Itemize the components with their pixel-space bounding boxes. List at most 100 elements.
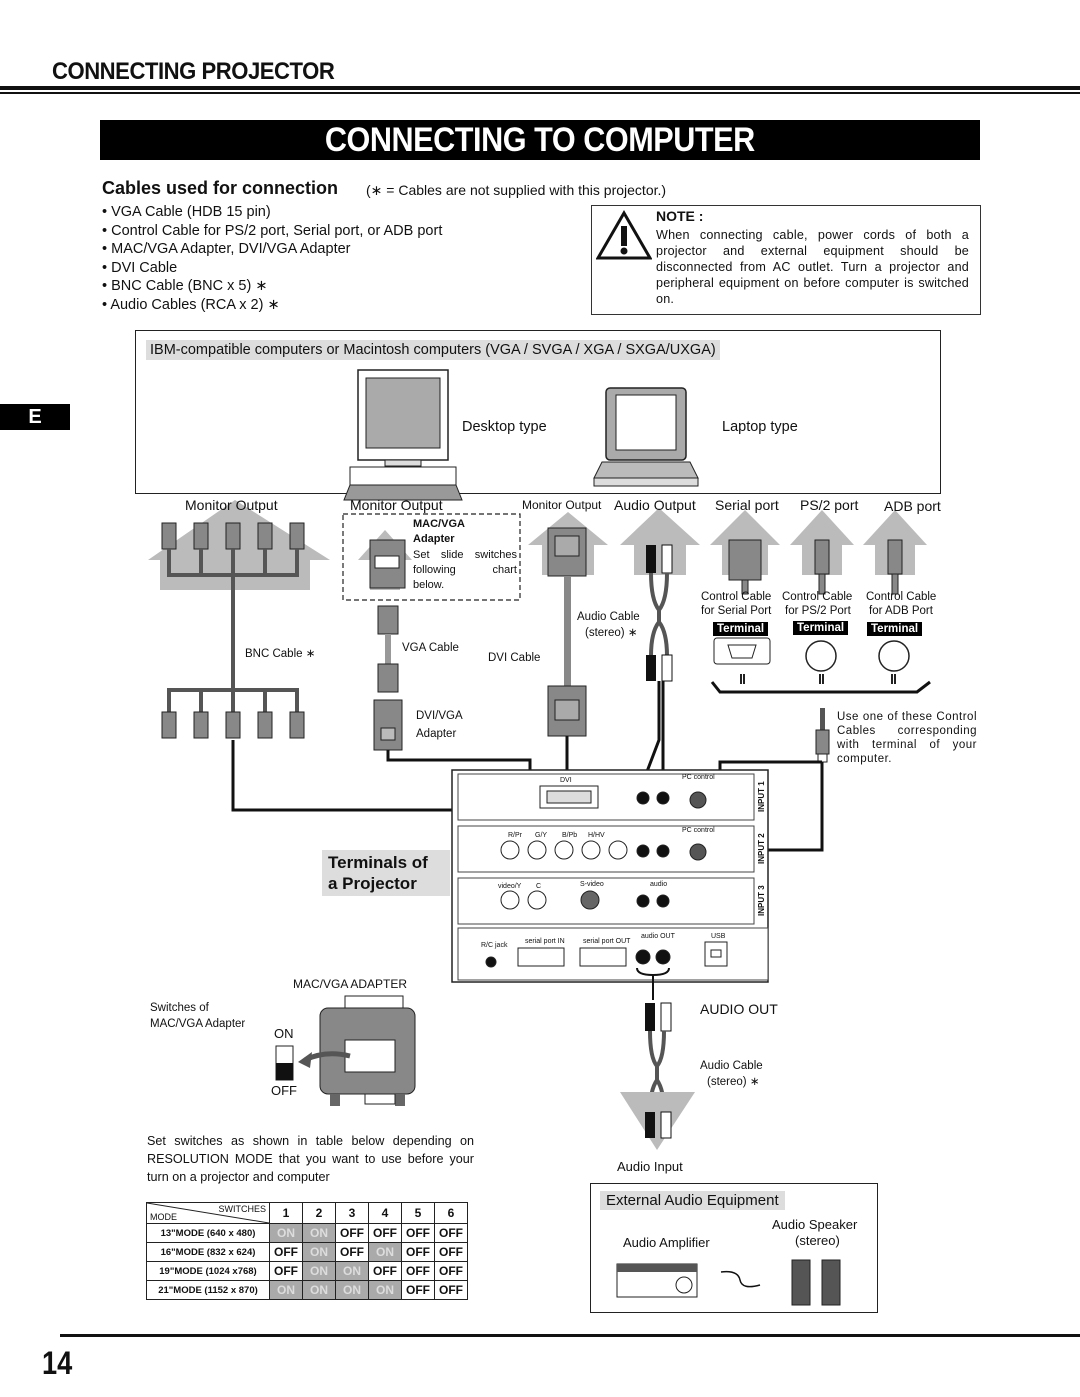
switch-cell: OFF	[335, 1242, 369, 1262]
table-row: 21"MODE (1152 x 870) ON ON ON ON OFF OFF	[146, 1280, 468, 1300]
serial-port-label: Serial port	[715, 497, 779, 513]
control-cable-adb-label: Control Cable	[866, 591, 937, 603]
terminal-badge: Terminal	[867, 622, 923, 636]
audio-output-label: Audio Output	[614, 497, 696, 513]
rc-jack-label: R/C jack	[481, 942, 508, 949]
switch-cell: ON	[302, 1280, 336, 1300]
control-cable-note: Use one of these Control Cables correspo…	[837, 711, 977, 765]
control-cable-serial-label: Control Cable	[701, 591, 772, 603]
adb-terminal-icon	[878, 640, 910, 672]
mac-vga-adapter-large-icon	[319, 995, 416, 1106]
terminals-label: Terminals of a Projector	[322, 850, 450, 896]
adb-connector-icon	[887, 539, 903, 595]
ps2-port-label: PS/2 port	[800, 497, 859, 513]
column-header: 5	[401, 1202, 435, 1224]
column-header: 3	[335, 1202, 369, 1224]
video-y-label: video/Y	[498, 883, 522, 890]
column-header: 1	[269, 1202, 303, 1224]
monitor-output-label: Monitor Output	[522, 498, 602, 512]
adb-port-label: ADB port	[884, 498, 941, 514]
switch-cell: OFF	[434, 1242, 468, 1262]
mode-cell: 21"MODE (1152 x 870)	[146, 1280, 270, 1300]
usb-label: USB	[711, 933, 726, 940]
bnc-port-label: B/Pb	[562, 832, 578, 839]
bnc-port-label: R/Pr	[508, 832, 522, 839]
vga-cable-label: VGA Cable	[402, 642, 459, 654]
arrow-up-icon	[620, 508, 700, 575]
mac-adapter-text: Set slide switches following chart below…	[413, 549, 517, 591]
pc-control-label: PC control	[682, 827, 715, 834]
switch-cell: OFF	[434, 1261, 468, 1281]
page-number: 14	[42, 1345, 73, 1381]
table-row: 16"MODE (832 x 624) OFF ON OFF ON OFF OF…	[146, 1242, 468, 1262]
table-corner-cell: MODE SWITCHES	[146, 1202, 270, 1224]
vga-cable-icon	[377, 605, 399, 693]
dvi-port-label: DVI	[560, 777, 572, 784]
switch-cell: OFF	[269, 1242, 303, 1262]
dvi-vga-adapter-icon	[373, 699, 403, 751]
bnc-port-label: G/Y	[535, 832, 548, 839]
bnc-connectors-bottom	[161, 711, 305, 739]
switch-cell: ON	[269, 1223, 303, 1243]
switch-cell: ON	[335, 1280, 369, 1300]
serial-out-label: serial port OUT	[583, 938, 631, 945]
audio-label: audio	[650, 881, 668, 888]
monitor-output-label: Monitor Output	[350, 497, 443, 513]
switches-label: MAC/VGA Adapter	[150, 1018, 246, 1030]
speaker-label: (stereo)	[795, 1233, 840, 1248]
control-cable-ps2-label: for PS/2 Port	[785, 605, 851, 617]
switch-cell: OFF	[401, 1223, 435, 1243]
input3-label: INPUT 3	[757, 885, 766, 916]
amplifier-label: Audio Amplifier	[623, 1235, 710, 1250]
switch-cell: ON	[368, 1280, 402, 1300]
mac-adapter-title: MAC/VGA	[413, 518, 465, 530]
bnc-cable-label: BNC Cable ∗	[245, 648, 316, 660]
audio-cable-label: (stereo) ∗	[585, 627, 638, 639]
footer-rule	[60, 1334, 1080, 1337]
dvi-vga-adapter-label: DVI/VGA	[416, 710, 463, 722]
switch-cell: ON	[302, 1223, 336, 1243]
dvi-vga-adapter-label: Adapter	[416, 728, 457, 740]
switches-label: Switches of	[150, 1002, 209, 1014]
s-video-label: S-video	[580, 881, 604, 888]
switch-cell: ON	[335, 1261, 369, 1281]
audio-cable-label: Audio Cable	[577, 611, 640, 623]
switch-cell: ON	[302, 1242, 336, 1262]
ps2-terminal-icon	[805, 640, 837, 672]
ps2-connector-icon	[814, 539, 830, 595]
bnc-port-label: H/HV	[588, 832, 605, 839]
switch-cell: ON	[269, 1280, 303, 1300]
audio-cable-label: (stereo) ∗	[707, 1076, 760, 1088]
switch-cell: OFF	[269, 1261, 303, 1281]
switch-cell: ON	[302, 1261, 336, 1281]
switch-off-label: OFF	[271, 1083, 297, 1098]
audio-cable-label: Audio Cable	[700, 1060, 763, 1072]
dvi-cable-icon	[547, 527, 587, 737]
diagram-graphics	[148, 369, 931, 1306]
column-header: 4	[368, 1202, 402, 1224]
input2-label: INPUT 2	[757, 833, 766, 864]
control-cable-adb-label: for ADB Port	[869, 605, 933, 617]
corner-switches-label: SWITCHES	[218, 1204, 266, 1214]
switch-cell: OFF	[401, 1242, 435, 1262]
switch-cell: OFF	[434, 1223, 468, 1243]
dvi-cable-label: DVI Cable	[488, 652, 541, 664]
switch-cell: OFF	[401, 1280, 435, 1300]
switch-cell: ON	[368, 1242, 402, 1262]
mac-adapter-subtitle: Adapter	[413, 533, 455, 545]
external-audio-label: External Audio Equipment	[600, 1191, 785, 1210]
input1-label: INPUT 1	[757, 781, 766, 812]
column-header: 2	[302, 1202, 336, 1224]
serial-in-label: serial port IN	[525, 938, 565, 945]
switch-on-label: ON	[274, 1026, 294, 1041]
control-cable-serial-label: for Serial Port	[701, 605, 772, 617]
switch-cell: OFF	[368, 1223, 402, 1243]
audio-out-cable-icon	[620, 1002, 695, 1150]
mode-cell: 13"MODE (640 x 480)	[146, 1223, 270, 1243]
resolution-mode-table: MODE SWITCHES 1 2 3 4 5 6 13"MODE (640 x…	[146, 1202, 468, 1300]
mode-cell: 16"MODE (832 x 624)	[146, 1242, 270, 1262]
terminals-label-line1: Terminals of	[328, 853, 428, 872]
audio-input-label: Audio Input	[617, 1159, 683, 1174]
monitor-output-label: Monitor Output	[185, 497, 278, 513]
corner-mode-label: MODE	[150, 1212, 177, 1222]
